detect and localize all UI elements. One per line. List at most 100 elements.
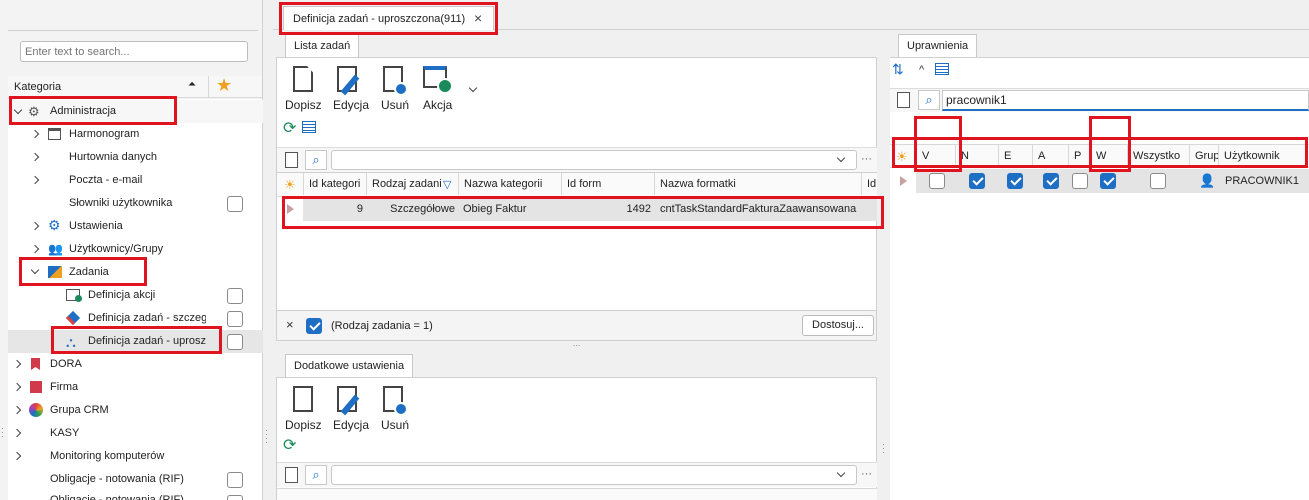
add-button[interactable]: Dopisz	[285, 66, 325, 116]
column-header[interactable]: Id kategori	[303, 173, 367, 195]
tree-item-zadania[interactable]: Zadania	[8, 261, 270, 284]
splitter-horizontal[interactable]: ∙∙∙	[273, 341, 880, 350]
edit-button[interactable]: Edycja	[331, 66, 371, 116]
splitter-grip[interactable]: · · ·	[1, 424, 4, 441]
chevron-right-icon[interactable]	[30, 175, 40, 185]
splitter-left[interactable]: · · · ·	[263, 0, 273, 500]
favorite-star-icon[interactable]: ★	[216, 75, 232, 96]
tree-item-checkbox[interactable]	[227, 288, 243, 304]
delete-button[interactable]: Usuń	[379, 386, 413, 436]
permission-e-checkbox[interactable]	[1007, 173, 1023, 189]
column-header-grup[interactable]: Grup	[1190, 145, 1219, 167]
chevron-right-icon[interactable]	[30, 152, 40, 162]
tree-item-monitoring[interactable]: Monitoring komputerów	[8, 445, 270, 468]
chevron-right-icon[interactable]	[12, 382, 22, 392]
sort-order-icon[interactable]: ⇅	[892, 61, 904, 78]
document-tab[interactable]: Definicja zadań - uproszczona(911) ×	[283, 6, 494, 31]
permission-a-checkbox[interactable]	[1043, 173, 1059, 189]
tree-item-checkbox[interactable]	[227, 495, 243, 500]
tree-item-definicja-zadan-uproszczona[interactable]: ⛬ Definicja zadań - uproszc	[8, 330, 270, 353]
permission-row[interactable]: 👤 PRACOWNIK1	[890, 169, 1309, 193]
tree-item-firma[interactable]: Firma	[8, 376, 270, 399]
tree-item-checkbox[interactable]	[227, 472, 243, 488]
sort-icon[interactable]: ⏶	[188, 79, 196, 90]
column-header[interactable]: Id form	[562, 173, 655, 195]
search-icon[interactable]: ⌕	[305, 465, 327, 485]
clear-filter-icon[interactable]: ×	[286, 317, 294, 332]
grid-search-icon[interactable]	[935, 63, 949, 75]
sun-icon[interactable]: ☀	[284, 177, 296, 193]
sun-icon[interactable]: ☀	[896, 149, 908, 165]
tree-item-hurtownia-danych[interactable]: Hurtownia danych	[8, 146, 270, 169]
chevron-down-icon[interactable]	[30, 265, 40, 275]
chevron-right-icon[interactable]	[12, 359, 22, 369]
table-row[interactable]: 9 Szczegółowe Obieg Faktur 1492 cntTaskS…	[277, 198, 877, 221]
chevron-right-icon[interactable]	[12, 451, 22, 461]
chevron-down-icon[interactable]	[13, 105, 23, 115]
collapse-caret-icon[interactable]: ^	[919, 64, 924, 76]
more-dropdown-icon[interactable]	[468, 83, 478, 93]
filter-icon[interactable]: ▽	[443, 178, 451, 191]
tree-item-kasy[interactable]: KASY	[8, 422, 270, 445]
tree-item-harmonogram[interactable]: Harmonogram	[8, 123, 270, 146]
permission-n-checkbox[interactable]	[969, 173, 985, 189]
tree-item-definicja-zadan-szczegolowa[interactable]: Definicja zadań - szczegó	[8, 307, 270, 330]
column-header-n[interactable]: N	[956, 145, 999, 167]
refresh-icon[interactable]: ⟳	[283, 118, 296, 138]
chevron-right-icon[interactable]	[30, 129, 40, 139]
customize-button[interactable]: Dostosuj...	[802, 315, 874, 336]
permission-v-checkbox[interactable]	[929, 173, 945, 189]
permission-all-checkbox[interactable]	[1150, 173, 1166, 189]
new-doc-icon[interactable]	[285, 152, 298, 168]
tree-item-checkbox[interactable]	[227, 196, 243, 212]
chevron-right-icon[interactable]	[12, 428, 22, 438]
tree-item-ustawienia[interactable]: ⚙ Ustawienia	[8, 215, 270, 238]
tree-item-grupa-crm[interactable]: Grupa CRM	[8, 399, 270, 422]
filter-enabled-checkbox[interactable]	[306, 318, 322, 334]
column-header-e[interactable]: E	[999, 145, 1033, 167]
column-header-v[interactable]: V	[916, 145, 956, 167]
chevron-right-icon[interactable]	[12, 405, 22, 415]
column-header[interactable]: Id	[862, 173, 877, 195]
permission-p-checkbox[interactable]	[1072, 173, 1088, 189]
column-header[interactable]: Nazwa kategorii	[459, 173, 562, 195]
delete-button[interactable]: Usuń	[379, 66, 413, 116]
new-doc-icon[interactable]	[285, 467, 298, 483]
grid-search-input[interactable]	[331, 150, 857, 170]
grid-search-input[interactable]	[331, 465, 857, 485]
tab-dodatkowe-ustawienia[interactable]: Dodatkowe ustawienia	[285, 354, 414, 378]
refresh-icon[interactable]: ⟳	[283, 435, 296, 455]
tree-item-poczta[interactable]: Poczta - e-mail	[8, 169, 270, 192]
tree-item-dora[interactable]: DORA	[8, 353, 270, 376]
column-header-a[interactable]: A	[1033, 145, 1069, 167]
column-header-w[interactable]: W	[1091, 145, 1128, 167]
splitter-right[interactable]: · · ·	[880, 30, 890, 500]
permission-w-checkbox[interactable]	[1100, 173, 1116, 189]
close-icon[interactable]: ×	[474, 10, 482, 26]
category-column-header[interactable]: Kategoria	[14, 81, 61, 93]
action-button[interactable]: Akcja	[419, 66, 459, 116]
sidebar-search-input[interactable]	[20, 41, 248, 62]
tree-item-checkbox[interactable]	[227, 334, 243, 350]
chevron-right-icon[interactable]	[30, 244, 40, 254]
column-header-uzytkownik[interactable]: Użytkownik	[1219, 145, 1309, 167]
user-search-input[interactable]	[942, 90, 1309, 111]
column-header-wszystko[interactable]: Wszystko	[1128, 145, 1190, 167]
search-icon[interactable]: ⌕	[305, 150, 327, 170]
tree-item-slowniki[interactable]: Słowniki użytkownika	[8, 192, 270, 215]
column-header-p[interactable]: P	[1069, 145, 1091, 167]
edit-button[interactable]: Edycja	[331, 386, 371, 436]
tree-item-checkbox[interactable]	[227, 311, 243, 327]
grid-search-icon[interactable]	[302, 121, 316, 133]
tree-item-definicja-akcji[interactable]: Definicja akcji	[8, 284, 270, 307]
tree-item-obligacje[interactable]: Obligacje - notowania (RIF)	[8, 468, 270, 491]
chevron-right-icon[interactable]	[30, 221, 40, 231]
column-header[interactable]: Nazwa formatki	[655, 173, 862, 195]
tree-item-obligacje-2[interactable]: Obligacje - notowania (RIF)	[8, 491, 270, 500]
more-options-icon[interactable]: ···	[861, 153, 872, 165]
more-options-icon[interactable]: ···	[861, 468, 872, 480]
tab-lista-zadan[interactable]: Lista zadań	[285, 34, 360, 58]
new-doc-icon[interactable]	[897, 92, 910, 108]
tab-uprawnienia[interactable]: Uprawnienia	[898, 34, 978, 58]
tree-item-uzytkownicy[interactable]: 👥 Użytkownicy/Grupy	[8, 238, 270, 261]
